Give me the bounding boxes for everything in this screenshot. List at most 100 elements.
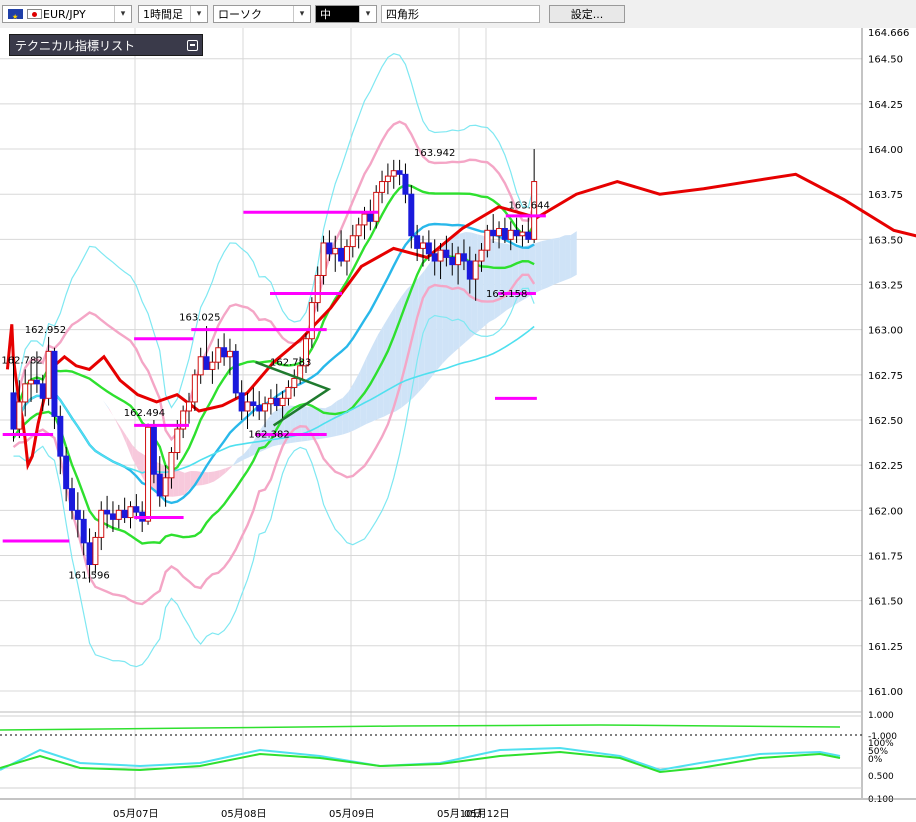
minimize-icon[interactable] xyxy=(187,40,198,51)
cloud-segment xyxy=(500,243,507,315)
chart-type-select[interactable]: ローソク ▾ xyxy=(213,5,311,23)
price-label: 162.783 xyxy=(270,357,311,368)
y-tick-label: 162.00 xyxy=(868,506,903,517)
sub-axis-label: 0.500 xyxy=(868,772,894,782)
candle-body xyxy=(338,247,345,262)
candle-body xyxy=(513,229,520,237)
candle-body xyxy=(332,247,339,255)
chevron-down-icon[interactable]: ▾ xyxy=(190,6,207,22)
candle-body xyxy=(74,509,81,520)
drawing-tool-select[interactable]: 四角形 xyxy=(381,5,540,23)
cloud-segment xyxy=(535,241,542,293)
candle-body xyxy=(244,401,251,412)
candle-body xyxy=(28,379,35,385)
candle-body xyxy=(343,246,350,262)
candle-body xyxy=(133,506,140,513)
candle-body xyxy=(285,386,292,399)
candle-body xyxy=(408,193,415,237)
candle-body xyxy=(168,452,175,479)
chevron-down-icon[interactable]: ▾ xyxy=(359,6,376,22)
price-label: 163.942 xyxy=(414,148,455,159)
cloud-segment xyxy=(547,238,554,288)
y-tick-label: 162.50 xyxy=(868,416,903,427)
candle-body xyxy=(104,509,111,515)
candle-body xyxy=(98,509,105,538)
cloud-segment xyxy=(565,234,571,281)
line-size-select[interactable]: 中 ▾ xyxy=(315,5,377,23)
price-label: 162.494 xyxy=(124,408,165,419)
cloud-segment xyxy=(488,238,495,323)
chart-type-label: ローソク xyxy=(218,8,262,21)
cloud-segment xyxy=(436,244,443,371)
candle-body xyxy=(414,235,421,249)
price-label: 163.158 xyxy=(486,289,527,300)
jp-flag-icon xyxy=(27,9,42,19)
candle-body xyxy=(314,274,321,304)
chevron-down-icon[interactable]: ▾ xyxy=(293,6,310,22)
candle-body xyxy=(466,260,473,280)
candle-body xyxy=(490,229,497,237)
cloud-segment xyxy=(553,237,560,285)
candle-body xyxy=(478,249,485,262)
candle-body xyxy=(396,170,403,175)
price-label: 162.382 xyxy=(248,430,289,441)
candle-body xyxy=(51,350,58,417)
cloud-segment xyxy=(178,470,185,497)
candle-body xyxy=(215,347,222,363)
candle-body xyxy=(191,374,198,403)
x-tick-label: 05月08日 xyxy=(221,808,266,820)
candle-body xyxy=(367,213,374,222)
price-label: 162.952 xyxy=(25,325,66,336)
candle-body xyxy=(86,542,93,566)
sub-axis-label: 1.000 xyxy=(868,711,894,721)
candle-body xyxy=(507,229,514,240)
y-tick-label: 162.75 xyxy=(868,371,903,382)
y-tick-label: 161.50 xyxy=(868,597,903,608)
candle-body xyxy=(390,170,397,177)
candle-body xyxy=(39,383,46,399)
y-tick-label: 164.666 xyxy=(868,28,909,39)
cloud-segment xyxy=(559,235,566,283)
chevron-down-icon[interactable]: ▾ xyxy=(114,6,131,22)
price-chart[interactable]: 162.782 162.952 161.596 162.494 163.025 162.7… xyxy=(0,28,916,822)
sub-axis-label: 0% xyxy=(868,755,883,765)
candle-body xyxy=(501,228,508,240)
indicator-list-panel[interactable]: テクニカル指標リスト xyxy=(9,34,203,56)
y-tick-label: 164.00 xyxy=(868,145,903,156)
y-tick-label: 164.50 xyxy=(868,55,903,66)
candle-body xyxy=(10,392,17,430)
candle-body xyxy=(267,397,274,405)
candle-body xyxy=(355,224,362,237)
symbol-label: EUR/JPY xyxy=(43,8,86,21)
candle-body xyxy=(460,253,467,262)
cloud-segment xyxy=(471,232,478,338)
price-label: 163.644 xyxy=(509,200,550,211)
candle-body xyxy=(186,401,192,412)
candle-body xyxy=(22,383,29,403)
y-tick-label: 162.25 xyxy=(868,461,903,472)
candle-body xyxy=(484,229,491,251)
timeframe-select[interactable]: 1時間足 ▾ xyxy=(138,5,208,23)
price-label: 161.596 xyxy=(68,571,109,582)
y-tick-label: 163.00 xyxy=(868,326,903,337)
candle-body xyxy=(174,428,181,454)
drawing-tool-label: 四角形 xyxy=(386,8,419,21)
symbol-select[interactable]: EUR/JPY ▾ xyxy=(2,5,132,26)
cloud-segment xyxy=(570,231,577,279)
cloud-segment xyxy=(494,241,501,320)
cloud-segment xyxy=(477,234,484,333)
candle-body xyxy=(449,256,456,266)
cloud-segment xyxy=(529,243,536,296)
candle-body xyxy=(16,401,23,430)
candle-body xyxy=(156,473,163,497)
candle-body xyxy=(420,242,426,249)
candle-body xyxy=(431,253,438,262)
candle-body xyxy=(279,397,286,407)
cloud-segment xyxy=(541,239,548,290)
candle-body xyxy=(203,356,210,370)
candle-body xyxy=(326,242,333,255)
candle-body xyxy=(379,181,386,193)
settings-button[interactable]: 設定... xyxy=(549,5,625,23)
candle-body xyxy=(256,405,263,412)
candle-body xyxy=(519,231,526,237)
